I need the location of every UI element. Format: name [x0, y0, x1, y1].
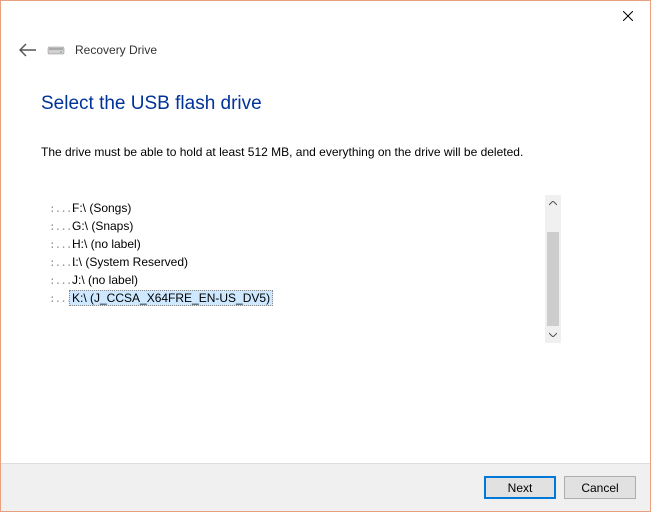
back-arrow-icon	[19, 43, 37, 57]
drive-label: F:\ (Songs)	[69, 201, 134, 215]
content-area: Select the USB flash drive The drive mus…	[1, 93, 650, 343]
footer-bar: Next Cancel	[1, 463, 650, 511]
tree-connector-icon: :....	[49, 256, 65, 269]
instruction-text: The drive must be able to hold at least …	[41, 145, 610, 159]
scroll-thumb[interactable]	[547, 232, 559, 326]
wizard-title: Recovery Drive	[75, 43, 157, 57]
page-heading: Select the USB flash drive	[41, 93, 610, 115]
cancel-button[interactable]: Cancel	[564, 476, 636, 499]
titlebar	[1, 1, 650, 31]
drive-label: I:\ (System Reserved)	[69, 255, 191, 269]
tree-connector-icon: :....	[49, 220, 65, 233]
drive-icon	[47, 43, 65, 57]
next-button[interactable]: Next	[484, 476, 556, 499]
drive-label: G:\ (Snaps)	[69, 219, 136, 233]
drive-item[interactable]: :.... K:\ (J_CCSA_X64FRE_EN-US_DV5)	[47, 289, 544, 307]
drive-list-container: :.... F:\ (Songs):.... G:\ (Snaps):.... H:\…	[41, 195, 561, 343]
scrollbar[interactable]	[544, 195, 561, 343]
drive-label: H:\ (no label)	[69, 237, 144, 251]
tree-connector-icon: :....	[49, 238, 65, 251]
close-icon	[623, 11, 633, 21]
drive-item[interactable]: :.... H:\ (no label)	[47, 235, 544, 253]
back-button[interactable]	[19, 41, 37, 59]
drive-label: J:\ (no label)	[69, 273, 141, 287]
scroll-up-button[interactable]	[545, 195, 561, 212]
drive-item[interactable]: :.... F:\ (Songs)	[47, 199, 544, 217]
chevron-up-icon	[549, 201, 557, 206]
drive-item[interactable]: :.... I:\ (System Reserved)	[47, 253, 544, 271]
close-button[interactable]	[605, 1, 650, 31]
header-row: Recovery Drive	[1, 31, 650, 77]
scroll-down-button[interactable]	[545, 326, 561, 343]
tree-connector-icon: :....	[49, 202, 65, 215]
chevron-down-icon	[549, 332, 557, 337]
drive-tree-list[interactable]: :.... F:\ (Songs):.... G:\ (Snaps):.... H:\…	[41, 195, 544, 343]
scroll-track[interactable]	[545, 212, 561, 326]
tree-connector-icon: :....	[49, 274, 65, 287]
tree-connector-icon: :....	[49, 292, 65, 305]
drive-item[interactable]: :.... J:\ (no label)	[47, 271, 544, 289]
drive-item[interactable]: :.... G:\ (Snaps)	[47, 217, 544, 235]
drive-label: K:\ (J_CCSA_X64FRE_EN-US_DV5)	[69, 290, 273, 306]
